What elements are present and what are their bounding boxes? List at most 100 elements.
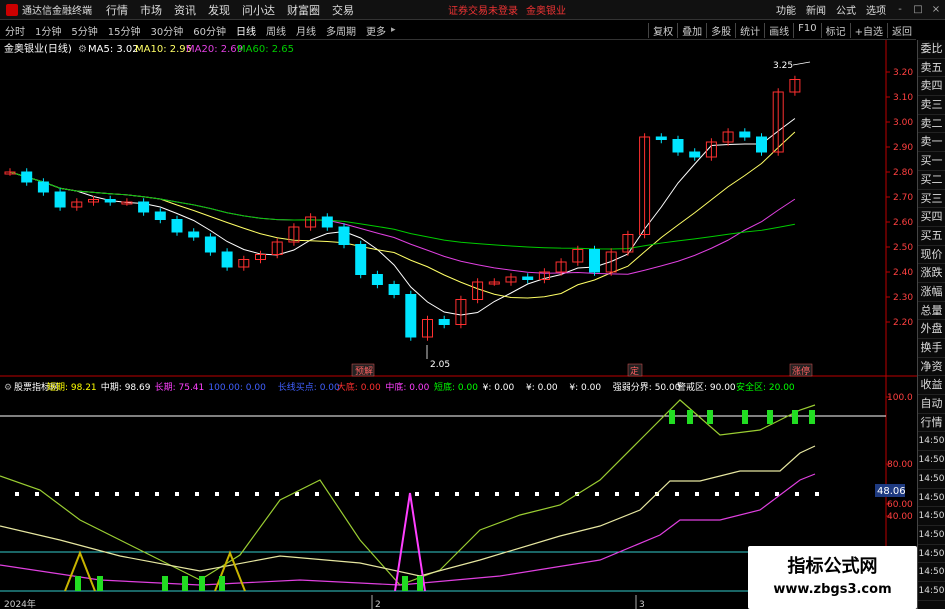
date-label: 3 (639, 600, 645, 609)
watermark-url: www.zbgs3.com (773, 582, 892, 597)
buy-signal-bar (742, 410, 748, 424)
close-button[interactable]: × (927, 4, 945, 15)
buy-signal-bar (767, 410, 773, 424)
candle (321, 216, 333, 228)
menu-news[interactable]: 资讯 (168, 2, 202, 18)
sidebar-item[interactable]: 换手 (918, 339, 945, 358)
gear-icon[interactable]: ⚙ (78, 44, 87, 55)
back-button[interactable]: 返回 (887, 22, 916, 38)
login-notice[interactable]: 证券交易未登录 (444, 2, 522, 17)
price-tick-label: 2.70 (893, 193, 913, 203)
long-term-line (0, 473, 816, 586)
add-watchlist-button[interactable]: +自选 (849, 22, 887, 38)
candle (104, 199, 116, 203)
sidebar-item[interactable]: 委比 (918, 40, 945, 59)
overlay-button[interactable]: 叠加 (677, 22, 706, 38)
sidebar-item[interactable]: 14:50 (918, 451, 945, 470)
midline-dot (455, 492, 459, 496)
price-tick-label: 2.90 (893, 143, 913, 153)
sidebar-item[interactable]: 14:50 (918, 489, 945, 508)
candle (188, 231, 200, 238)
midline-dot (475, 492, 479, 496)
mark-button[interactable]: 标记 (820, 22, 850, 38)
menu-wealth[interactable]: 财富圈 (281, 2, 326, 18)
sidebar-item[interactable]: 买四 (918, 208, 945, 227)
indicator-legend-item: ¥: 0.00 (526, 383, 558, 393)
tf-intraday[interactable]: 分时 (0, 23, 30, 38)
menu-function[interactable]: 功能 (771, 2, 801, 17)
candle (338, 226, 350, 245)
menu-market[interactable]: 市场 (134, 2, 168, 18)
candle (37, 181, 49, 193)
midline-dot (35, 492, 39, 496)
multi-stock-button[interactable]: 多股 (706, 22, 735, 38)
menu-formula[interactable]: 公式 (831, 2, 861, 17)
menu-trade[interactable]: 交易 (326, 2, 360, 18)
sidebar-item[interactable]: 卖三 (918, 96, 945, 115)
sidebar-item[interactable]: 14:50 (918, 582, 945, 601)
ma20-legend: MA20: 2.69 (186, 44, 243, 55)
sidebar-item[interactable]: 净资 (918, 358, 945, 377)
buy-signal-bar (707, 410, 713, 424)
maximize-button[interactable]: □ (909, 4, 927, 15)
menu-options[interactable]: 选项 (861, 2, 891, 17)
candle (522, 276, 534, 280)
tf-30min[interactable]: 30分钟 (145, 23, 188, 38)
sidebar-item[interactable]: 行情 (918, 414, 945, 433)
tf-daily[interactable]: 日线 (231, 23, 261, 38)
sidebar-item[interactable]: 14:50 (918, 526, 945, 545)
menu-ask[interactable]: 问小达 (236, 2, 281, 18)
tf-60min[interactable]: 60分钟 (188, 23, 231, 38)
sidebar-item[interactable]: 卖二 (918, 115, 945, 134)
candle (405, 294, 417, 338)
menu-newsfeed[interactable]: 新闻 (801, 2, 831, 17)
chart-canvas[interactable]: 金奥银业(日线) ⚙ MA5: 3.02 MA10: 2.95 MA20: 2.… (0, 40, 917, 609)
draw-button[interactable]: 画线 (764, 22, 793, 38)
sidebar-item[interactable]: 总量 (918, 302, 945, 321)
sidebar-item[interactable]: 14:50 (918, 507, 945, 526)
price-tick-label: 2.60 (893, 218, 913, 228)
sidebar-item[interactable]: 买二 (918, 171, 945, 190)
sidebar-item[interactable]: 14:50 (918, 545, 945, 564)
minimize-button[interactable]: - (891, 4, 909, 15)
sidebar-item[interactable]: 卖一 (918, 133, 945, 153)
tf-weekly[interactable]: 周线 (261, 23, 291, 38)
sidebar-item[interactable]: 涨跌 (918, 264, 945, 283)
candle (655, 136, 667, 140)
sidebar-item[interactable]: 买三 (918, 190, 945, 209)
sidebar-item[interactable]: 外盘 (918, 320, 945, 339)
sidebar-item[interactable]: 14:50 (918, 432, 945, 452)
tf-15min[interactable]: 15分钟 (103, 23, 146, 38)
sidebar-item[interactable]: 14:50 (918, 563, 945, 582)
tf-multi[interactable]: 多周期 (321, 23, 361, 38)
menu-discover[interactable]: 发现 (202, 2, 236, 18)
midline-dot (315, 492, 319, 496)
sidebar-item[interactable]: 现价 (918, 246, 945, 265)
tf-more[interactable]: 更多 (361, 23, 391, 38)
signal-bar (162, 576, 168, 591)
midline-dot (215, 492, 219, 496)
high-pointer (792, 61, 811, 66)
tf-monthly[interactable]: 月线 (291, 23, 321, 38)
sidebar-item[interactable]: 买五 (918, 227, 945, 246)
sidebar-item[interactable]: 卖五 (918, 59, 945, 78)
indicator-settings-icon[interactable]: ⚙ (4, 383, 12, 393)
indicator-tick-label: 60.00 (887, 500, 913, 510)
midline-dot (555, 492, 559, 496)
stats-button[interactable]: 统计 (735, 22, 764, 38)
tf-5min[interactable]: 5分钟 (66, 23, 102, 38)
sidebar-item[interactable]: 涨幅 (918, 283, 945, 302)
midline-dot (175, 492, 179, 496)
adjust-button[interactable]: 复权 (648, 22, 677, 38)
sidebar-item[interactable]: 14:50 (918, 470, 945, 489)
tf-1min[interactable]: 1分钟 (30, 23, 66, 38)
sidebar-item[interactable]: 卖四 (918, 77, 945, 97)
sidebar-item[interactable]: 买一 (918, 152, 945, 171)
menu-quotes[interactable]: 行情 (100, 2, 134, 18)
midline-dot (275, 492, 279, 496)
chevron-right-icon[interactable]: ▸ (391, 25, 396, 35)
sidebar-item[interactable]: 收益 (918, 376, 945, 396)
toolbar-right: 复权 叠加 多股 统计 画线 F10 标记 +自选 返回 (648, 22, 916, 38)
f10-button[interactable]: F10 (793, 22, 820, 38)
sidebar-item[interactable]: 自动 (918, 395, 945, 414)
